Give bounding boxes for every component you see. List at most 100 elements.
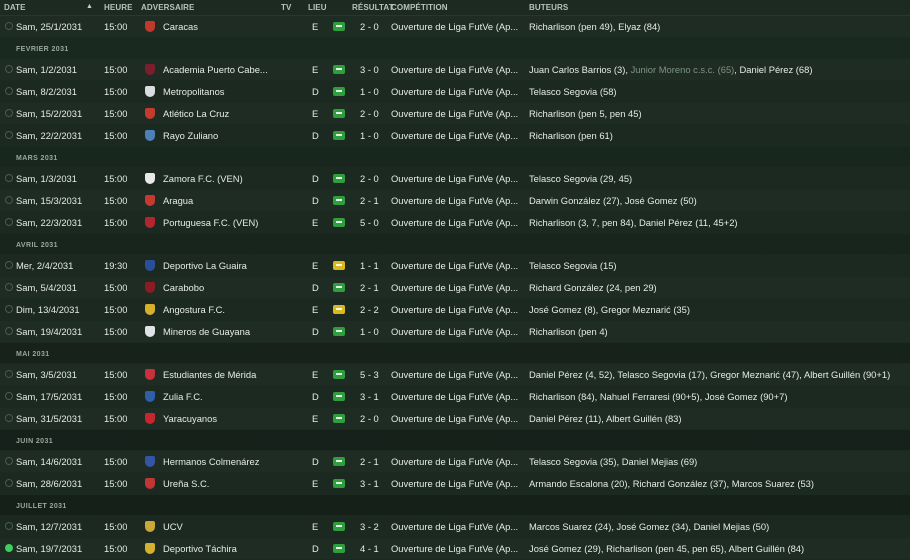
check-circle-icon[interactable] bbox=[5, 196, 13, 204]
check-circle-icon[interactable] bbox=[5, 544, 13, 552]
match-score[interactable]: 5 - 3 bbox=[360, 369, 379, 380]
opponent-name[interactable]: UCV bbox=[163, 521, 275, 532]
match-score[interactable]: 2 - 0 bbox=[360, 21, 379, 32]
check-circle-icon[interactable] bbox=[5, 22, 13, 30]
match-score[interactable]: 3 - 1 bbox=[360, 391, 379, 402]
check-circle-icon[interactable] bbox=[5, 174, 13, 182]
check-circle-icon[interactable] bbox=[5, 370, 13, 378]
table-row[interactable]: Sam, 19/7/2031 15:00 Deportivo Táchira D… bbox=[0, 538, 910, 560]
opponent-name[interactable]: Academia Puerto Cabe... bbox=[163, 64, 275, 75]
match-score[interactable]: 3 - 0 bbox=[360, 64, 379, 75]
table-row[interactable]: Sam, 12/7/2031 15:00 UCV E 3 - 2 Ouvertu… bbox=[0, 516, 910, 538]
match-score[interactable]: 2 - 0 bbox=[360, 173, 379, 184]
match-score[interactable]: 4 - 1 bbox=[360, 543, 379, 554]
competition-name[interactable]: Ouverture de Liga FutVe (Ap... bbox=[391, 64, 523, 75]
check-circle-icon[interactable] bbox=[5, 305, 13, 313]
col-tv-header[interactable]: TV bbox=[281, 3, 291, 12]
opponent-name[interactable]: Metropolitanos bbox=[163, 86, 275, 97]
match-score[interactable]: 1 - 0 bbox=[360, 130, 379, 141]
match-score[interactable]: 5 - 0 bbox=[360, 217, 379, 228]
table-row[interactable]: Sam, 25/1/2031 15:00 Caracas E 2 - 0 Ouv… bbox=[0, 16, 910, 38]
check-circle-icon[interactable] bbox=[5, 457, 13, 465]
table-row[interactable]: Sam, 15/2/2031 15:00 Atlético La Cruz E … bbox=[0, 103, 910, 125]
opponent-name[interactable]: Zamora F.C. (VEN) bbox=[163, 173, 275, 184]
table-row[interactable]: Sam, 31/5/2031 15:00 Yaracuyanos E 2 - 0… bbox=[0, 408, 910, 430]
opponent-name[interactable]: Deportivo La Guaira bbox=[163, 260, 275, 271]
opponent-name[interactable]: Zulia F.C. bbox=[163, 391, 275, 402]
match-score[interactable]: 2 - 1 bbox=[360, 456, 379, 467]
check-circle-icon[interactable] bbox=[5, 479, 13, 487]
match-score[interactable]: 3 - 1 bbox=[360, 478, 379, 489]
opponent-name[interactable]: Aragua bbox=[163, 195, 275, 206]
competition-name[interactable]: Ouverture de Liga FutVe (Ap... bbox=[391, 369, 523, 380]
competition-name[interactable]: Ouverture de Liga FutVe (Ap... bbox=[391, 282, 523, 293]
competition-name[interactable]: Ouverture de Liga FutVe (Ap... bbox=[391, 217, 523, 228]
opponent-name[interactable]: Angostura F.C. bbox=[163, 304, 275, 315]
col-time-header[interactable]: HEURE bbox=[104, 3, 133, 12]
table-row[interactable]: Sam, 1/3/2031 15:00 Zamora F.C. (VEN) D … bbox=[0, 168, 910, 190]
check-circle-icon[interactable] bbox=[5, 109, 13, 117]
opponent-name[interactable]: Carabobo bbox=[163, 282, 275, 293]
col-result-header[interactable]: RÉSULTAT bbox=[352, 3, 394, 12]
match-score[interactable]: 2 - 0 bbox=[360, 413, 379, 424]
col-date-header[interactable]: DATE bbox=[4, 3, 26, 12]
opponent-name[interactable]: Atlético La Cruz bbox=[163, 108, 275, 119]
check-circle-icon[interactable] bbox=[5, 327, 13, 335]
match-score[interactable]: 2 - 1 bbox=[360, 282, 379, 293]
match-score[interactable]: 3 - 2 bbox=[360, 521, 379, 532]
table-row[interactable]: Sam, 28/6/2031 15:00 Ureña S.C. E 3 - 1 … bbox=[0, 473, 910, 495]
table-row[interactable]: Sam, 14/6/2031 15:00 Hermanos Colmenárez… bbox=[0, 451, 910, 473]
competition-name[interactable]: Ouverture de Liga FutVe (Ap... bbox=[391, 173, 523, 184]
check-circle-icon[interactable] bbox=[5, 392, 13, 400]
competition-name[interactable]: Ouverture de Liga FutVe (Ap... bbox=[391, 21, 523, 32]
table-row[interactable]: Sam, 22/2/2031 15:00 Rayo Zuliano D 1 - … bbox=[0, 125, 910, 147]
opponent-name[interactable]: Estudiantes de Mérida bbox=[163, 369, 275, 380]
competition-name[interactable]: Ouverture de Liga FutVe (Ap... bbox=[391, 326, 523, 337]
table-row[interactable]: Mer, 2/4/2031 19:30 Deportivo La Guaira … bbox=[0, 255, 910, 277]
competition-name[interactable]: Ouverture de Liga FutVe (Ap... bbox=[391, 260, 523, 271]
check-circle-icon[interactable] bbox=[5, 218, 13, 226]
opponent-name[interactable]: Yaracuyanos bbox=[163, 413, 275, 424]
table-row[interactable]: Sam, 15/3/2031 15:00 Aragua D 2 - 1 Ouve… bbox=[0, 190, 910, 212]
match-score[interactable]: 1 - 1 bbox=[360, 260, 379, 271]
opponent-name[interactable]: Deportivo Táchira bbox=[163, 543, 275, 554]
competition-name[interactable]: Ouverture de Liga FutVe (Ap... bbox=[391, 478, 523, 489]
col-opponent-header[interactable]: ADVERSAIRE bbox=[141, 3, 194, 12]
check-circle-icon[interactable] bbox=[5, 65, 13, 73]
competition-name[interactable]: Ouverture de Liga FutVe (Ap... bbox=[391, 130, 523, 141]
opponent-name[interactable]: Mineros de Guayana bbox=[163, 326, 275, 337]
check-circle-icon[interactable] bbox=[5, 283, 13, 291]
match-score[interactable]: 2 - 2 bbox=[360, 304, 379, 315]
opponent-name[interactable]: Portuguesa F.C. (VEN) bbox=[163, 217, 275, 228]
check-circle-icon[interactable] bbox=[5, 261, 13, 269]
col-scorers-header[interactable]: BUTEURS bbox=[529, 3, 568, 12]
table-row[interactable]: Sam, 22/3/2031 15:00 Portuguesa F.C. (VE… bbox=[0, 212, 910, 234]
table-row[interactable]: Sam, 17/5/2031 15:00 Zulia F.C. D 3 - 1 … bbox=[0, 386, 910, 408]
competition-name[interactable]: Ouverture de Liga FutVe (Ap... bbox=[391, 521, 523, 532]
opponent-name[interactable]: Caracas bbox=[163, 21, 275, 32]
check-circle-icon[interactable] bbox=[5, 131, 13, 139]
col-venue-header[interactable]: LIEU bbox=[308, 3, 327, 12]
competition-name[interactable]: Ouverture de Liga FutVe (Ap... bbox=[391, 391, 523, 402]
check-circle-icon[interactable] bbox=[5, 87, 13, 95]
competition-name[interactable]: Ouverture de Liga FutVe (Ap... bbox=[391, 86, 523, 97]
table-row[interactable]: Sam, 8/2/2031 15:00 Metropolitanos D 1 -… bbox=[0, 81, 910, 103]
table-row[interactable]: Dim, 13/4/2031 15:00 Angostura F.C. E 2 … bbox=[0, 299, 910, 321]
match-score[interactable]: 1 - 0 bbox=[360, 86, 379, 97]
sort-asc-icon[interactable]: ▲ bbox=[86, 3, 93, 10]
check-circle-icon[interactable] bbox=[5, 414, 13, 422]
match-score[interactable]: 2 - 1 bbox=[360, 195, 379, 206]
competition-name[interactable]: Ouverture de Liga FutVe (Ap... bbox=[391, 304, 523, 315]
table-row[interactable]: Sam, 1/2/2031 15:00 Academia Puerto Cabe… bbox=[0, 59, 910, 81]
opponent-name[interactable]: Rayo Zuliano bbox=[163, 130, 275, 141]
competition-name[interactable]: Ouverture de Liga FutVe (Ap... bbox=[391, 543, 523, 554]
match-score[interactable]: 2 - 0 bbox=[360, 108, 379, 119]
col-competition-header[interactable]: COMPÉTITION bbox=[391, 3, 448, 12]
match-score[interactable]: 1 - 0 bbox=[360, 326, 379, 337]
competition-name[interactable]: Ouverture de Liga FutVe (Ap... bbox=[391, 108, 523, 119]
competition-name[interactable]: Ouverture de Liga FutVe (Ap... bbox=[391, 195, 523, 206]
table-row[interactable]: Sam, 19/4/2031 15:00 Mineros de Guayana … bbox=[0, 321, 910, 343]
competition-name[interactable]: Ouverture de Liga FutVe (Ap... bbox=[391, 456, 523, 467]
table-row[interactable]: Sam, 5/4/2031 15:00 Carabobo D 2 - 1 Ouv… bbox=[0, 277, 910, 299]
check-circle-icon[interactable] bbox=[5, 522, 13, 530]
